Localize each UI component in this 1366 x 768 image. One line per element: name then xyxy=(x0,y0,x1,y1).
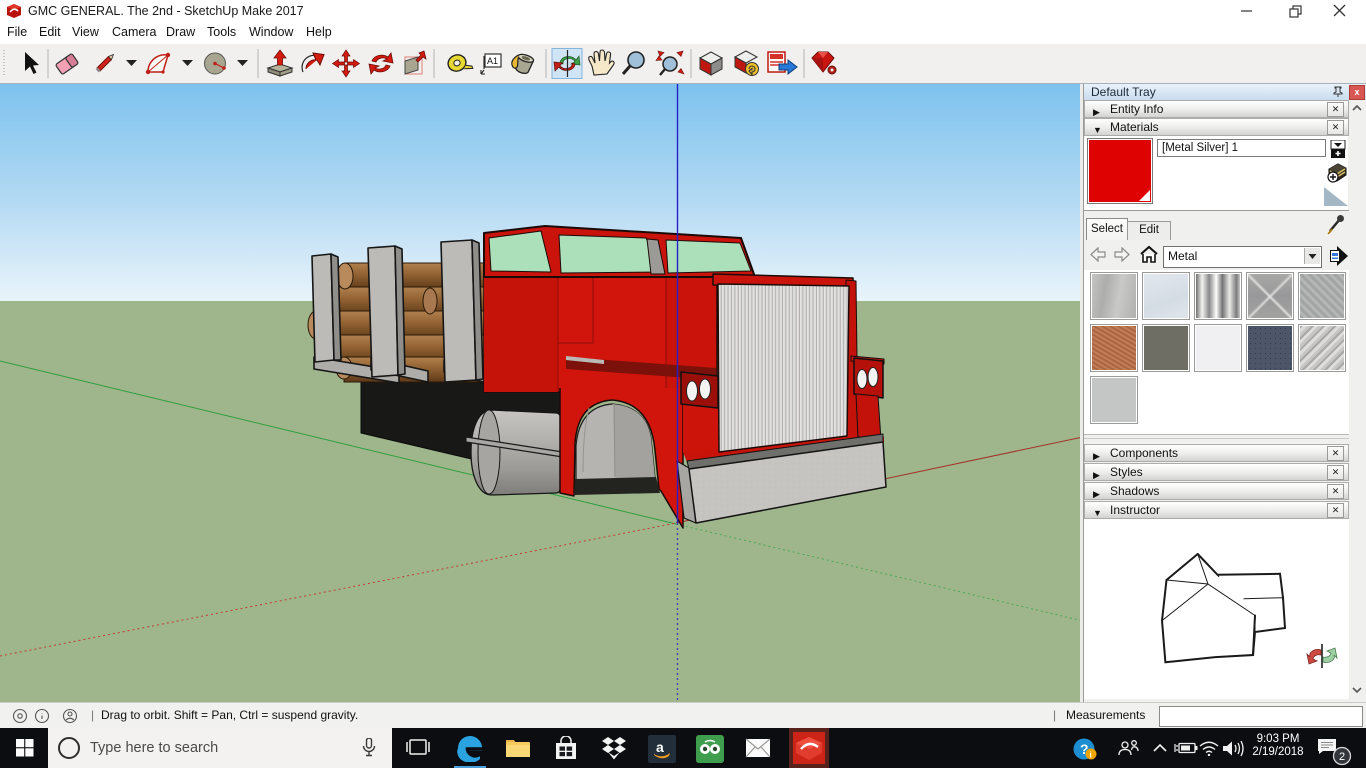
svg-text:A1: A1 xyxy=(487,56,498,66)
svg-text:i: i xyxy=(1090,751,1092,760)
svg-text:2: 2 xyxy=(1339,751,1345,763)
svg-text:a: a xyxy=(656,739,664,755)
